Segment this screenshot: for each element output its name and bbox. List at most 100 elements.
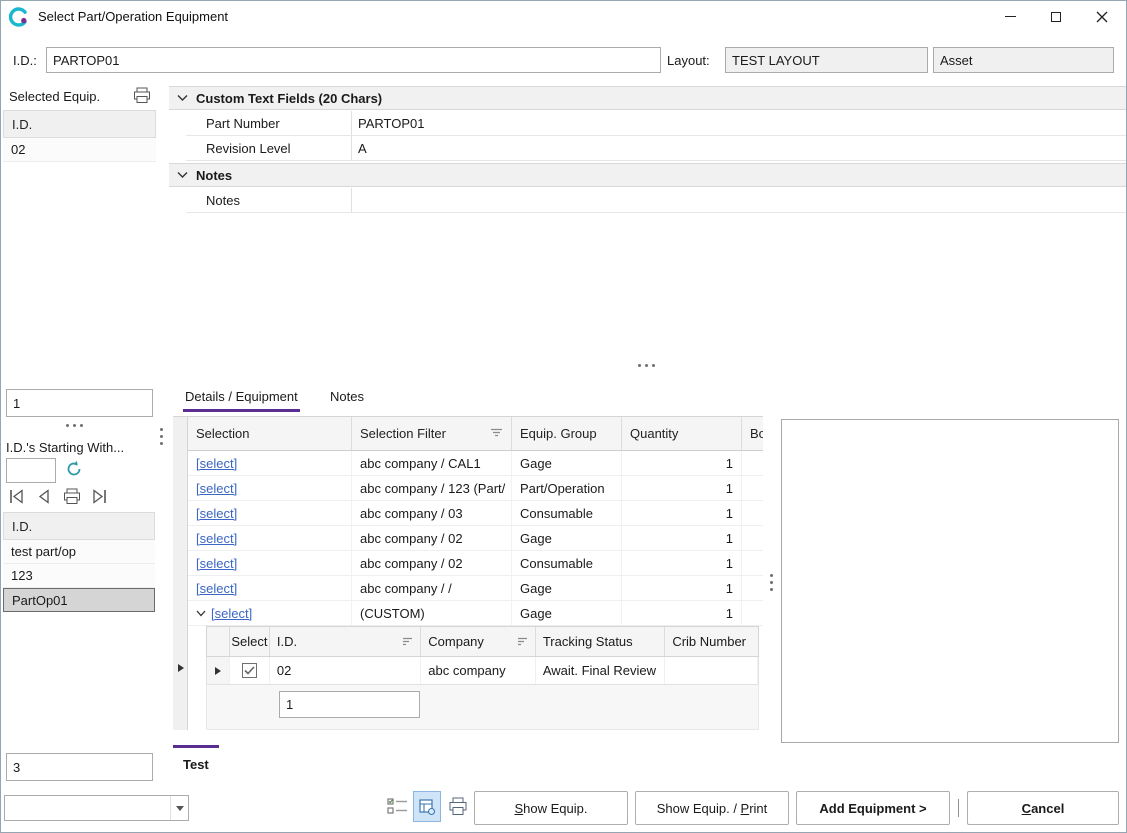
select-link[interactable]: [select]	[196, 531, 237, 546]
nav-first-button[interactable]	[7, 488, 27, 505]
selection-filter-cell: abc company / /	[352, 576, 512, 600]
selection-filter-cell: abc company / 02	[352, 551, 512, 575]
layout-input[interactable]	[725, 47, 928, 73]
field-value[interactable]: A	[352, 136, 1126, 160]
tab-test[interactable]: Test	[183, 757, 209, 772]
nested-column-crib-number[interactable]: Crib Number	[665, 627, 758, 656]
nested-column-select[interactable]: Select	[230, 627, 270, 656]
show-equip-print-button[interactable]: Show Equip. / Print	[635, 791, 789, 825]
current-row-arrow-icon	[214, 666, 222, 676]
select-link[interactable]: [select]	[211, 606, 252, 621]
bottom-combobox[interactable]	[4, 795, 189, 821]
field-value[interactable]: PARTOP01	[352, 111, 1126, 135]
custom-text-section-header[interactable]: Custom Text Fields (20 Chars)	[169, 86, 1126, 110]
sort-icon[interactable]	[402, 637, 413, 646]
id-input[interactable]	[46, 47, 661, 73]
nested-column-id[interactable]: I.D.	[270, 627, 421, 656]
splitter-grip[interactable]	[59, 421, 89, 429]
nested-grid-header: Select I.D. Company Tracking Status Crib…	[206, 626, 759, 657]
grid-edit-toggle-button[interactable]	[413, 791, 441, 822]
nav-last-button[interactable]	[89, 488, 109, 505]
notes-section-header[interactable]: Notes	[169, 163, 1126, 187]
toolbar-separator	[958, 799, 959, 817]
splitter-grip[interactable]	[767, 569, 775, 595]
checkmark-icon	[244, 666, 255, 675]
select-link[interactable]: [select]	[196, 506, 237, 521]
column-header-quantity[interactable]: Quantity	[622, 417, 742, 450]
close-icon	[1096, 11, 1108, 23]
field-label: Part Number	[186, 111, 352, 135]
select-checkbox[interactable]	[242, 663, 257, 678]
quantity-cell: 1	[622, 601, 742, 625]
column-chooser-icon[interactable]	[387, 797, 409, 817]
chevron-down-icon[interactable]	[170, 796, 188, 820]
id-row[interactable]: test part/op	[3, 540, 155, 564]
select-link[interactable]: [select]	[196, 456, 237, 471]
select-link[interactable]: [select]	[196, 481, 237, 496]
equip-group-cell: Gage	[512, 451, 622, 475]
splitter-grip[interactable]	[157, 423, 165, 449]
window-title: Select Part/Operation Equipment	[38, 9, 228, 24]
id-row-selected[interactable]: PartOp01	[3, 588, 155, 612]
nested-grid-footer	[206, 685, 759, 730]
column-header-bo[interactable]: Bo	[742, 417, 763, 450]
tab-label: Notes	[330, 389, 364, 404]
selection-filter-cell: abc company / CAL1	[352, 451, 512, 475]
tab-notes[interactable]: Notes	[328, 385, 366, 412]
starting-with-label: I.D.'s Starting With...	[6, 440, 124, 455]
nested-column-company[interactable]: Company	[421, 627, 536, 656]
id-grid-header[interactable]: I.D.	[3, 512, 155, 540]
splitter-grip[interactable]	[631, 361, 661, 369]
id-row[interactable]: 123	[3, 564, 155, 588]
refresh-icon[interactable]	[65, 460, 83, 478]
add-equipment-button[interactable]: Add Equipment >	[796, 791, 950, 825]
field-row-revision-level: Revision Level A	[186, 136, 1126, 161]
column-header-selection[interactable]: Selection	[188, 417, 352, 450]
section-collapse-icon	[177, 171, 188, 179]
select-link[interactable]: [select]	[196, 581, 237, 596]
field-label: Revision Level	[186, 136, 352, 160]
starting-with-input[interactable]	[6, 458, 56, 483]
selected-grid-row[interactable]: 02	[3, 138, 156, 162]
show-equip-button[interactable]: Show Equip.	[474, 791, 628, 825]
record-position-input[interactable]	[6, 389, 153, 417]
equipment-list-panel[interactable]	[781, 419, 1119, 743]
print-records-button[interactable]	[61, 488, 83, 506]
asset-input[interactable]	[933, 47, 1114, 73]
close-button[interactable]	[1079, 1, 1125, 32]
id-label: I.D.:	[13, 53, 37, 68]
current-row-arrow-icon	[177, 663, 185, 673]
filter-icon[interactable]	[490, 428, 503, 440]
print-icon[interactable]	[447, 797, 469, 817]
nested-quantity-input[interactable]	[279, 691, 420, 718]
tab-details-equipment[interactable]: Details / Equipment	[183, 385, 300, 412]
equipment-grid: Selection Selection Filter Equip. Group …	[173, 416, 763, 729]
nested-tracking-cell: Await. Final Review	[536, 657, 666, 684]
sort-icon[interactable]	[517, 637, 528, 646]
selection-filter-cell: (CUSTOM)	[352, 601, 512, 625]
record-count-input[interactable]	[6, 753, 153, 781]
print-selected-icon[interactable]	[133, 87, 151, 104]
nested-column-tracking-status[interactable]: Tracking Status	[536, 627, 666, 656]
nav-prev-button[interactable]	[34, 488, 54, 505]
selection-filter-cell: abc company / 03	[352, 501, 512, 525]
titlebar: Select Part/Operation Equipment	[1, 1, 1126, 32]
selected-grid-header[interactable]: I.D.	[3, 110, 156, 138]
nested-company-cell: abc company	[421, 657, 536, 684]
selected-equip-grid: I.D. 02	[3, 110, 156, 162]
maximize-button[interactable]	[1033, 1, 1079, 32]
column-header-selection-filter[interactable]: Selection Filter	[352, 417, 512, 450]
column-header-equip-group[interactable]: Equip. Group	[512, 417, 622, 450]
select-link[interactable]: [select]	[196, 556, 237, 571]
cancel-button[interactable]: Cancel	[967, 791, 1119, 825]
dialog-window: Select Part/Operation Equipment I.D.: La…	[0, 0, 1127, 833]
section-collapse-icon	[177, 94, 188, 102]
quantity-cell: 1	[622, 501, 742, 525]
field-value[interactable]	[352, 188, 1126, 212]
collapse-row-icon[interactable]	[196, 610, 206, 617]
equip-group-cell: Consumable	[512, 551, 622, 575]
notes-section-title: Notes	[196, 168, 232, 183]
quantity-cell: 1	[622, 551, 742, 575]
row-header-strip	[173, 417, 188, 730]
minimize-button[interactable]	[987, 1, 1033, 32]
